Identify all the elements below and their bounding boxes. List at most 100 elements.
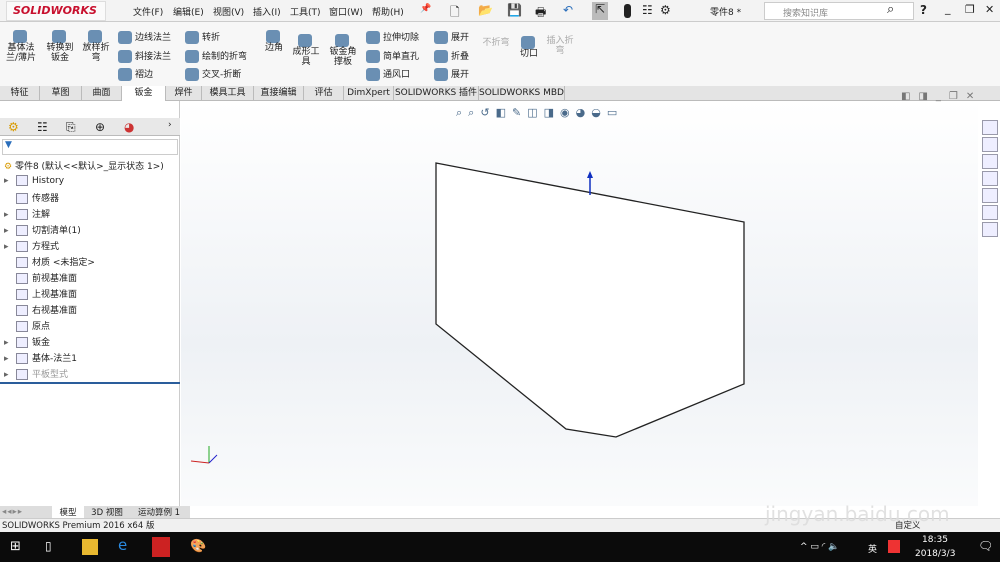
no-bends-button[interactable]: 不折弯 xyxy=(480,38,512,48)
tab-weldments[interactable]: 焊件 xyxy=(166,86,202,101)
base-flange-button[interactable]: 基体法兰/薄片 xyxy=(5,30,37,63)
tree-item[interactable]: 右视基准面 xyxy=(4,303,77,316)
tree-item[interactable]: ▸ 平板型式 xyxy=(4,367,68,380)
tree-root[interactable]: ⚙ 零件8 (默认<<默认>_显示状态 1>) xyxy=(4,159,164,172)
tree-item[interactable]: ▸ 方程式 xyxy=(4,239,59,252)
corners-button[interactable]: 边角 xyxy=(260,30,288,53)
configuration-manager-tab-icon[interactable]: ⎘ xyxy=(66,120,76,135)
close-icon[interactable]: ✕ xyxy=(985,3,994,16)
chevron-right-icon[interactable]: › xyxy=(168,120,172,130)
vent-button[interactable]: 通风口 xyxy=(366,67,410,81)
solidworks-taskbar-icon[interactable] xyxy=(152,537,170,557)
tab-sketch[interactable]: 草图 xyxy=(40,86,82,101)
menu-help[interactable]: 帮助(H) xyxy=(372,5,404,18)
solidworks-logo[interactable]: SOLIDWORKS xyxy=(6,1,106,21)
tab-direct-editing[interactable]: 直接编辑 xyxy=(254,86,304,101)
sogou-icon[interactable] xyxy=(888,540,900,553)
tab-surfaces[interactable]: 曲面 xyxy=(82,86,122,101)
custom-properties-icon[interactable] xyxy=(982,205,998,220)
open-file-icon[interactable]: 📂 xyxy=(478,3,493,17)
search-input[interactable]: 搜索知识库 xyxy=(783,6,828,19)
rip-button[interactable]: 切口 xyxy=(516,36,542,59)
edge-flange-button[interactable]: 边线法兰 xyxy=(118,30,171,44)
windows-start-icon[interactable]: ⊞ xyxy=(10,539,26,555)
tab-sheet-metal[interactable]: 钣金 xyxy=(122,86,166,101)
search-icon[interactable]: ⌕ xyxy=(887,2,894,17)
feature-manager-tab-icon[interactable]: ⚙ xyxy=(8,120,19,134)
solidworks-resources-icon[interactable] xyxy=(982,120,998,135)
tree-item[interactable]: ▸ 钣金 xyxy=(4,335,50,348)
flatten-button[interactable]: 展开 xyxy=(434,67,469,81)
property-manager-tab-icon[interactable]: ☷ xyxy=(37,120,48,134)
tab-3d-views[interactable]: 3D 视图 xyxy=(86,506,128,518)
expand-arrow-icon[interactable]: ▸ xyxy=(4,338,16,348)
clock-date[interactable]: 2018/3/3 xyxy=(915,549,955,559)
expand-arrow-icon[interactable]: ▸ xyxy=(4,370,16,380)
tab-solidworks-addins[interactable]: SOLIDWORKS 插件 xyxy=(394,86,479,101)
file-explorer-taskbar-icon[interactable] xyxy=(82,539,98,555)
tree-item[interactable]: 前视基准面 xyxy=(4,271,77,284)
expand-arrow-icon[interactable]: ▸ xyxy=(4,242,16,252)
tree-item[interactable]: 原点 xyxy=(4,319,50,332)
help-icon[interactable]: ? xyxy=(920,3,927,17)
lofted-bend-button[interactable]: 放样折弯 xyxy=(80,30,112,63)
cross-break-button[interactable]: 交叉-折断 xyxy=(185,67,241,81)
forum-icon[interactable] xyxy=(982,222,998,237)
tree-item[interactable]: ▸ 基体-法兰1 xyxy=(4,351,77,364)
jog-button[interactable]: 转折 xyxy=(185,30,220,44)
edge-browser-icon[interactable]: e xyxy=(118,536,134,554)
design-library-icon[interactable] xyxy=(982,137,998,152)
graphics-area[interactable]: ⌕⌕↺◧✎◫◨◉◕◒▭ ◧◨_❐✕ xyxy=(181,91,978,506)
display-manager-tab-icon[interactable]: ◕ xyxy=(124,120,134,134)
dimxpert-manager-tab-icon[interactable]: ⊕ xyxy=(95,120,105,134)
convert-to-sheet-metal-button[interactable]: 转换到钣金 xyxy=(44,30,76,63)
notification-icon[interactable]: 🗨 xyxy=(978,539,993,553)
tab-scroll-arrows[interactable]: ◂◂▸▸ xyxy=(2,507,23,517)
menu-tools[interactable]: 工具(T) xyxy=(290,5,321,18)
search-box[interactable]: 搜索知识库 ⌕ xyxy=(764,2,914,20)
sketched-bend-button[interactable]: 绘制的折弯 xyxy=(185,49,247,63)
tab-model[interactable]: 模型 xyxy=(52,506,84,518)
rebuild-icon[interactable] xyxy=(624,4,631,18)
menu-window[interactable]: 窗口(W) xyxy=(329,5,363,18)
tree-item[interactable]: ▸ History xyxy=(4,175,64,186)
expand-arrow-icon[interactable]: ▸ xyxy=(4,210,16,220)
tab-dimxpert[interactable]: DimXpert xyxy=(344,86,394,101)
forming-tool-button[interactable]: 成形工具 xyxy=(290,34,322,67)
save-icon[interactable]: 💾 xyxy=(507,3,522,17)
new-file-icon[interactable]: 🗋 xyxy=(450,3,460,24)
restore-icon[interactable]: ❐ xyxy=(965,3,975,16)
tab-features[interactable]: 特征 xyxy=(0,86,40,101)
menu-insert[interactable]: 插入(I) xyxy=(253,5,281,18)
extruded-cut-button[interactable]: 拉伸切除 xyxy=(366,30,419,44)
miter-flange-button[interactable]: 斜接法兰 xyxy=(118,49,171,63)
select-icon[interactable]: ⇱ xyxy=(592,2,608,20)
tab-solidworks-mbd[interactable]: SOLIDWORKS MBD xyxy=(479,86,565,101)
rollback-bar[interactable] xyxy=(0,382,180,384)
expand-arrow-icon[interactable]: ▸ xyxy=(4,226,16,236)
appearances-icon[interactable] xyxy=(982,188,998,203)
insert-bends-button[interactable]: 插入折弯 xyxy=(544,36,576,56)
menu-file[interactable]: 文件(F) xyxy=(133,5,163,18)
print-icon[interactable]: 🖶 xyxy=(535,3,546,24)
hem-button[interactable]: 褶边 xyxy=(118,67,153,81)
expand-arrow-icon[interactable]: ▸ xyxy=(4,354,16,364)
tab-motion-study[interactable]: 运动算例 1 xyxy=(130,506,188,518)
filter-field[interactable]: ▼ xyxy=(2,139,178,155)
undo-icon[interactable]: ↶ xyxy=(563,3,573,17)
tab-mold-tools[interactable]: 模具工具 xyxy=(202,86,254,101)
tray-icons[interactable]: ^ ▭ ◜ 🔈 xyxy=(800,542,839,552)
tab-evaluate[interactable]: 评估 xyxy=(304,86,344,101)
task-view-icon[interactable]: ▯ xyxy=(45,539,61,555)
menu-view[interactable]: 视图(V) xyxy=(213,5,244,18)
view-palette-icon[interactable] xyxy=(982,171,998,186)
file-explorer-icon[interactable] xyxy=(982,154,998,169)
options-gear-icon[interactable]: ⚙ xyxy=(660,3,671,17)
menu-edit[interactable]: 编辑(E) xyxy=(173,5,204,18)
fold-button[interactable]: 折叠 xyxy=(434,49,469,63)
unfold-button[interactable]: 展开 xyxy=(434,30,469,44)
minimize-icon[interactable]: _ xyxy=(945,2,951,15)
tree-item[interactable]: 材质 <未指定> xyxy=(4,255,95,268)
clock-time[interactable]: 18:35 xyxy=(922,535,948,545)
tree-item[interactable]: 上视基准面 xyxy=(4,287,77,300)
